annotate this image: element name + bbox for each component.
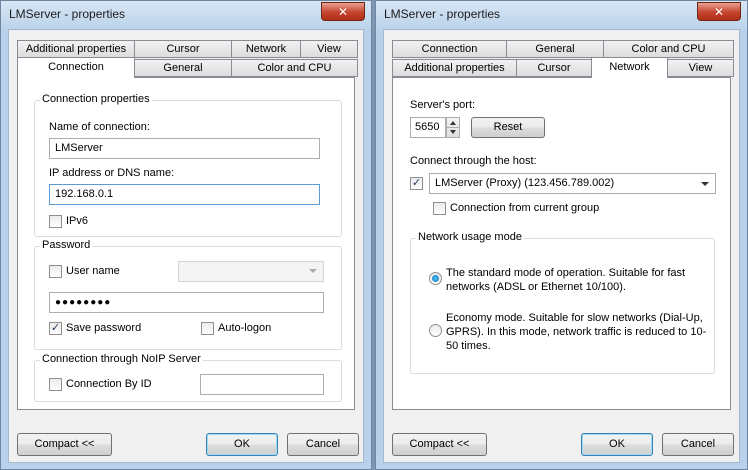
password-field[interactable]: ●●●●●●●●: [49, 292, 324, 313]
ok-button[interactable]: OK: [581, 433, 653, 456]
connection-properties-group: Connection properties Name of connection…: [34, 93, 342, 237]
ip-address-label: IP address or DNS name:: [49, 167, 175, 179]
noip-group-title: Connection through NoIP Server: [40, 353, 203, 365]
compact-button[interactable]: Compact <<: [392, 433, 487, 456]
tab-network[interactable]: Network: [231, 40, 301, 58]
right-close-button[interactable]: ✕: [697, 2, 741, 21]
connect-through-host-checkbox[interactable]: ✓: [410, 177, 423, 190]
connection-by-id-label[interactable]: Connection By ID: [66, 378, 152, 390]
connection-properties-title: Connection properties: [40, 93, 152, 105]
tab-view[interactable]: View: [667, 59, 734, 77]
server-port-field[interactable]: 5650: [410, 117, 446, 138]
user-name-checkbox[interactable]: [49, 265, 62, 278]
ok-button[interactable]: OK: [206, 433, 278, 456]
connection-name-field[interactable]: LMServer: [49, 138, 320, 159]
tab-additional-properties[interactable]: Additional properties: [17, 40, 135, 58]
reset-port-button[interactable]: Reset: [471, 117, 545, 138]
right-properties-window: LMServer - properties ✕ Connection Gener…: [375, 0, 748, 470]
tab-cursor[interactable]: Cursor: [134, 40, 232, 58]
cancel-button[interactable]: Cancel: [287, 433, 359, 456]
tab-network[interactable]: Network: [591, 57, 668, 78]
password-group: Password User name ●●●●●●●● ✓ Save passw…: [34, 239, 342, 350]
user-name-label[interactable]: User name: [66, 265, 120, 277]
left-dialog-client: Additional properties Cursor Network Vie…: [8, 29, 364, 463]
ipv6-checkbox[interactable]: [49, 215, 62, 228]
left-close-button[interactable]: ✕: [321, 2, 365, 21]
connect-through-host-label: Connect through the host:: [410, 155, 537, 167]
ip-address-field[interactable]: 192.168.0.1: [49, 184, 320, 205]
name-of-connection-label: Name of connection:: [49, 121, 150, 133]
connection-tab-panel: Connection properties Name of connection…: [17, 77, 355, 410]
close-icon: ✕: [337, 4, 349, 19]
cancel-button[interactable]: Cancel: [662, 433, 734, 456]
tab-additional-properties[interactable]: Additional properties: [392, 59, 517, 77]
network-usage-title: Network usage mode: [416, 231, 524, 243]
server-port-label: Server's port:: [410, 99, 476, 111]
chevron-down-icon[interactable]: [701, 182, 709, 186]
economy-mode-label[interactable]: Economy mode. Suitable for slow networks…: [446, 311, 708, 353]
left-titlebar[interactable]: LMServer - properties ✕: [1, 1, 371, 29]
right-dialog-client: Connection General Color and CPU Additio…: [383, 29, 740, 463]
auto-logon-label[interactable]: Auto-logon: [218, 322, 271, 334]
password-group-title: Password: [40, 239, 93, 251]
connection-by-id-checkbox[interactable]: [49, 378, 62, 391]
spin-down-icon[interactable]: [450, 130, 456, 134]
current-group-checkbox[interactable]: [433, 202, 446, 215]
tab-connection[interactable]: Connection: [17, 57, 135, 78]
close-icon: ✕: [713, 4, 725, 19]
ipv6-label[interactable]: IPv6: [66, 215, 88, 227]
tab-general[interactable]: General: [134, 59, 232, 77]
tab-view[interactable]: View: [300, 40, 358, 58]
port-spinner[interactable]: [446, 117, 460, 138]
right-window-title: LMServer - properties: [384, 7, 501, 21]
chevron-down-icon: [309, 269, 317, 273]
connection-id-field[interactable]: [200, 374, 324, 395]
tab-general[interactable]: General: [506, 40, 604, 58]
auto-logon-checkbox[interactable]: [201, 322, 214, 335]
tab-connection[interactable]: Connection: [392, 40, 507, 58]
standard-mode-label[interactable]: The standard mode of operation. Suitable…: [446, 266, 701, 294]
right-titlebar[interactable]: LMServer - properties ✕: [376, 1, 747, 29]
tab-color-and-cpu[interactable]: Color and CPU: [603, 40, 734, 58]
left-properties-window: LMServer - properties ✕ Additional prope…: [0, 0, 372, 470]
tab-color-and-cpu[interactable]: Color and CPU: [231, 59, 358, 77]
left-window-title: LMServer - properties: [9, 7, 126, 21]
noip-server-group: Connection through NoIP Server Connectio…: [34, 353, 342, 402]
spin-up-icon[interactable]: [450, 121, 456, 125]
economy-mode-radio[interactable]: [429, 324, 442, 337]
host-combobox-value: LMServer (Proxy) (123.456.789.002): [435, 177, 615, 189]
current-group-label[interactable]: Connection from current group: [450, 202, 599, 214]
standard-mode-radio[interactable]: [429, 272, 442, 285]
compact-button[interactable]: Compact <<: [17, 433, 112, 456]
network-usage-group: Network usage mode The standard mode of …: [410, 231, 715, 374]
network-tab-panel: Server's port: 5650 Reset Connect throug…: [392, 77, 731, 410]
user-name-combobox: [178, 261, 324, 282]
save-password-checkbox[interactable]: ✓: [49, 322, 62, 335]
save-password-label[interactable]: Save password: [66, 322, 141, 334]
tab-cursor[interactable]: Cursor: [516, 59, 592, 77]
host-combobox[interactable]: LMServer (Proxy) (123.456.789.002): [429, 173, 716, 194]
